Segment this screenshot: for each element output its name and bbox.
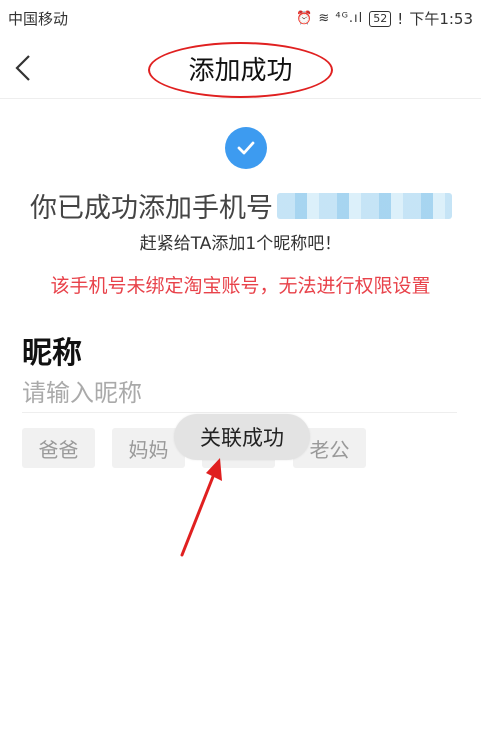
annotation-circle [148, 42, 333, 98]
success-text: 你已成功添加手机号 [30, 193, 273, 224]
nickname-label: 昵称 [22, 336, 82, 371]
carrier-name: 中国移动 [8, 10, 69, 28]
battery-icon: 52 [369, 10, 392, 27]
alert-icon: ! [397, 9, 404, 28]
phone-number-blurred [277, 192, 452, 219]
chip-dad[interactable]: 爸爸 [22, 428, 95, 468]
warning-message: 该手机号未绑定淘宝账号，无法进行权限设置 [50, 275, 431, 297]
status-right: ⏰ ≋ ⁴ᴳ.ıl 52 ! 下午1:53 [296, 8, 473, 29]
status-time: 下午1:53 [409, 10, 473, 28]
nickname-prompt: 赶紧给TA添加1个昵称吧！ [139, 234, 342, 254]
toast-message: 关联成功 [174, 414, 310, 460]
check-icon [225, 127, 267, 169]
status-bar: 中国移动 ⏰ ≋ ⁴ᴳ.ıl 52 ! 下午1:53 [0, 0, 481, 36]
annotation-arrow [180, 458, 222, 557]
status-icons: ⏰ ≋ ⁴ᴳ.ıl [296, 11, 364, 26]
header: 添加成功 [0, 38, 481, 99]
nickname-input[interactable] [22, 374, 457, 413]
success-message: 你已成功添加手机号 [30, 186, 452, 225]
